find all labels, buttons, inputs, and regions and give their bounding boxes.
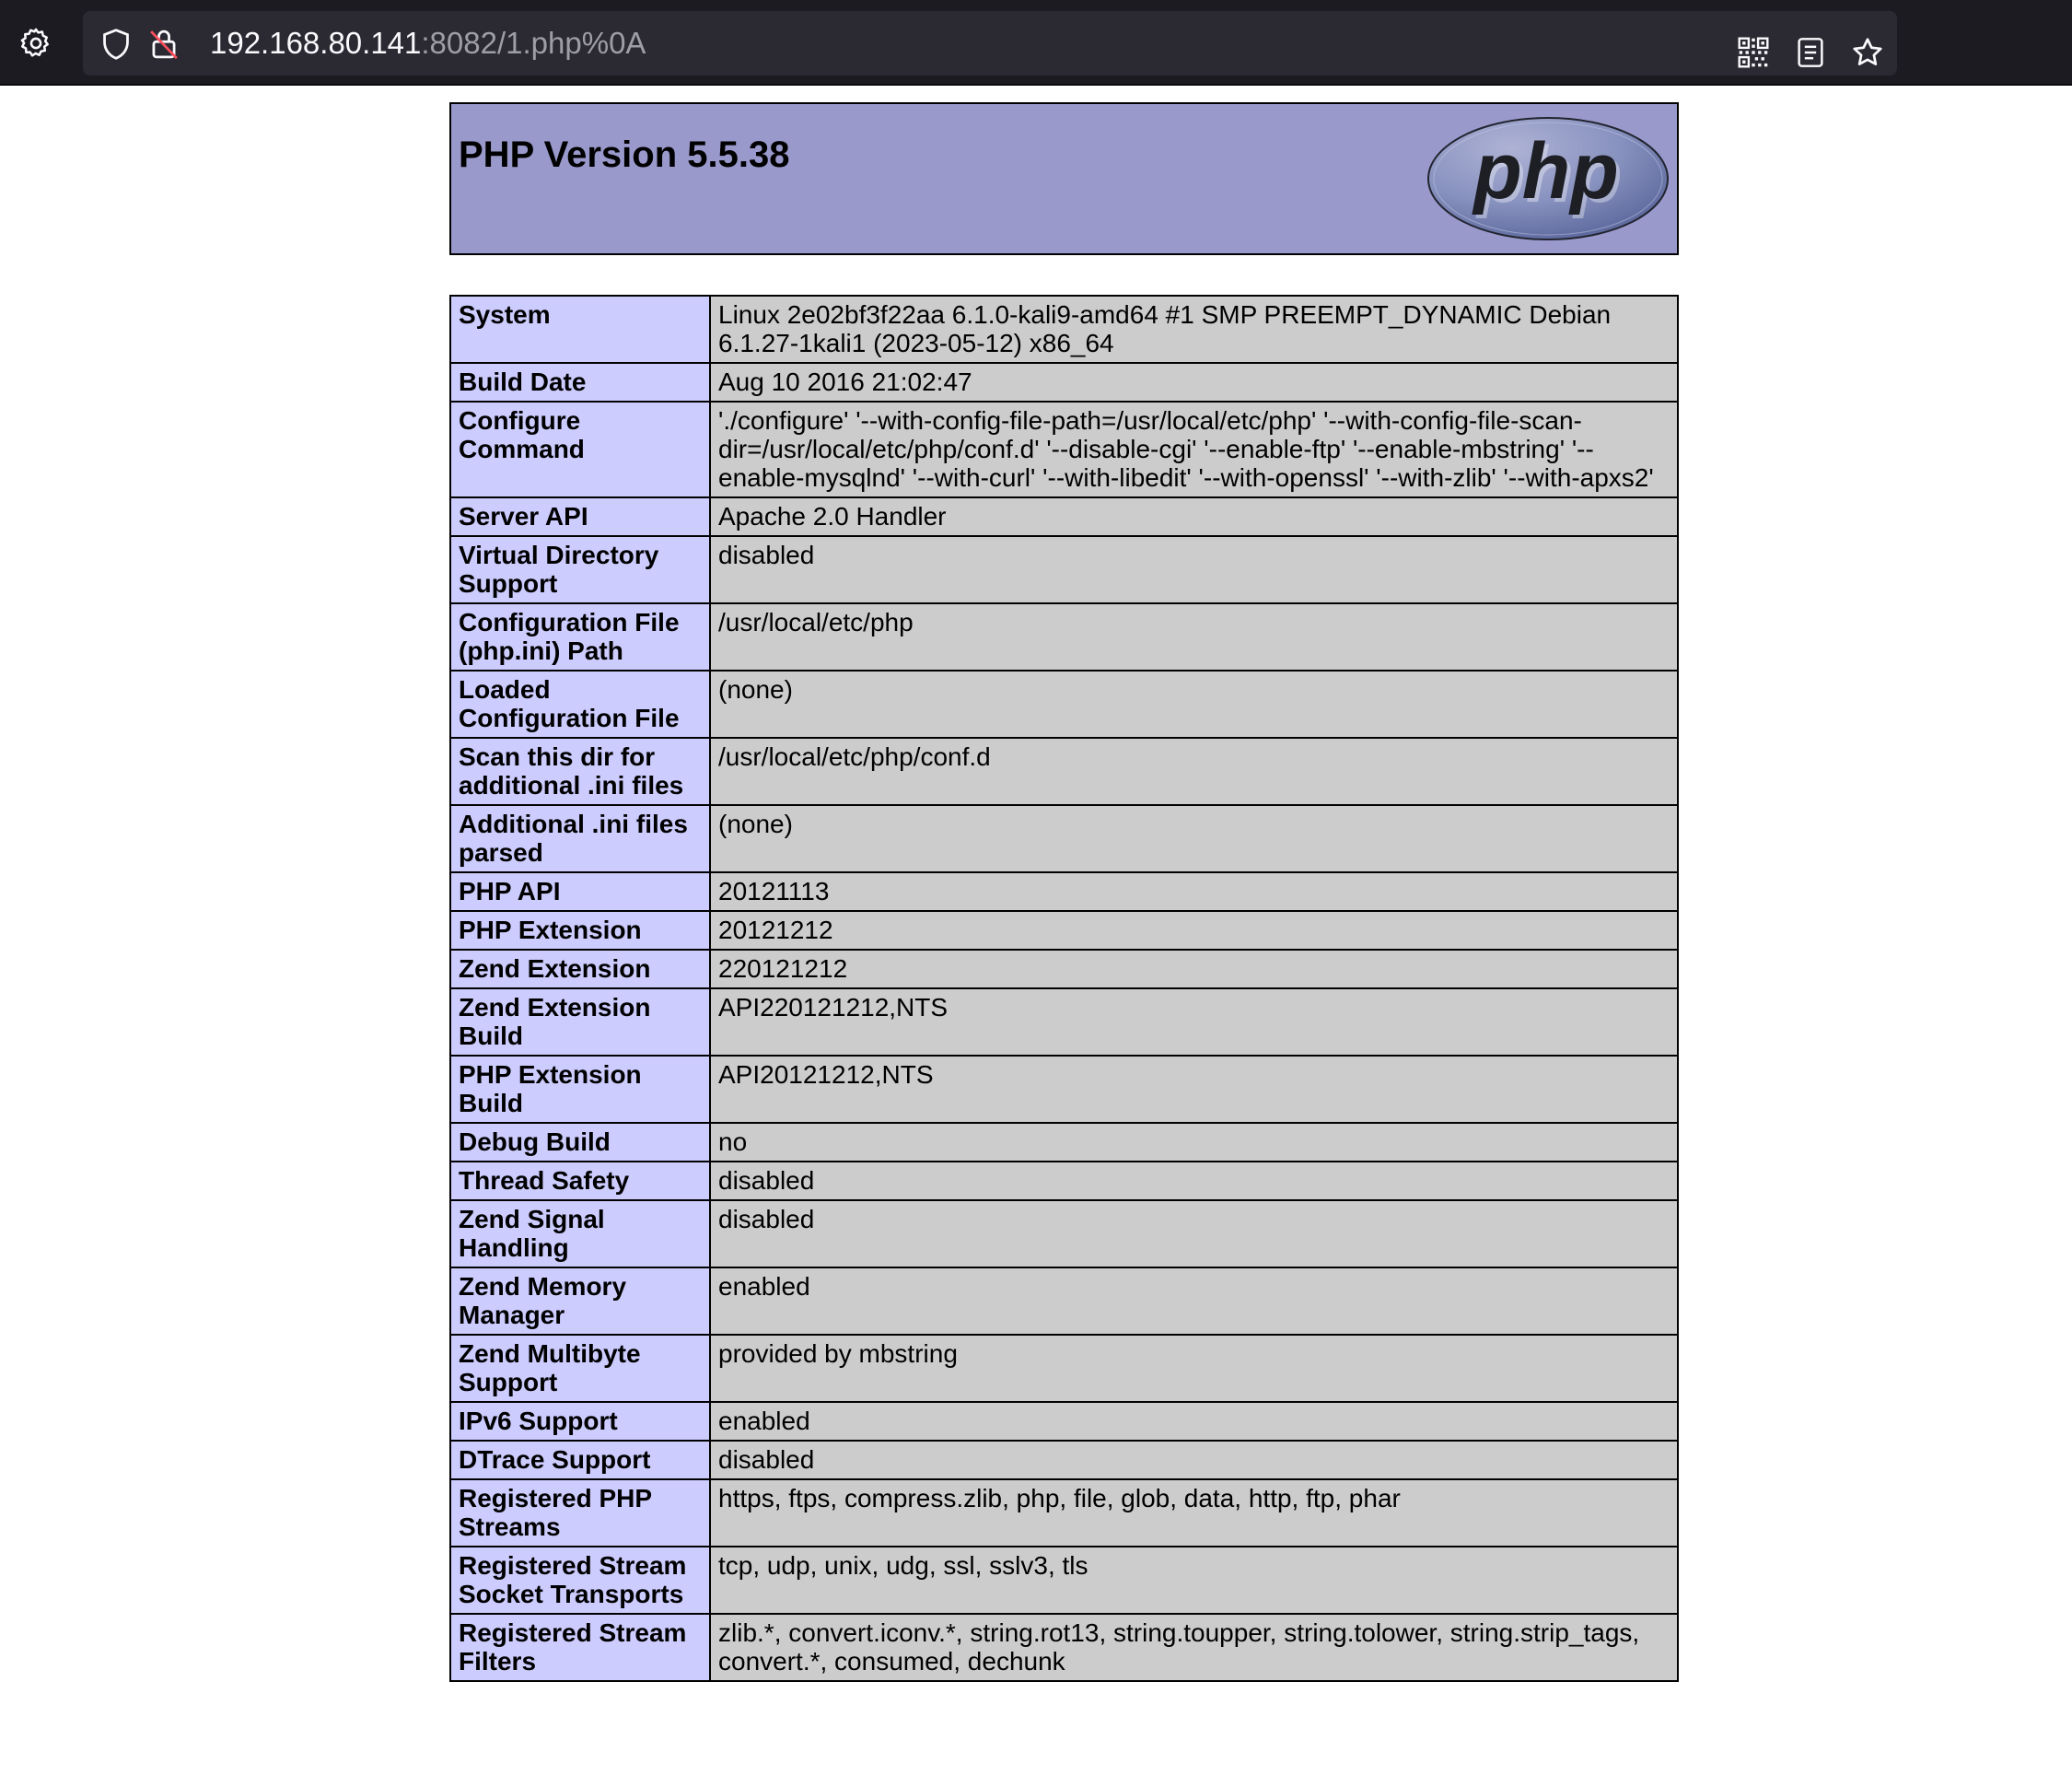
info-label: Zend Extension xyxy=(449,949,711,989)
table-row: PHP API 20121113 xyxy=(449,871,1679,912)
table-row: Server API Apache 2.0 Handler xyxy=(449,496,1679,537)
table-row: DTrace Support disabled xyxy=(449,1440,1679,1480)
info-label: Debug Build xyxy=(449,1122,711,1162)
info-value: 20121212 xyxy=(709,910,1679,951)
table-row: PHP Extension Build API20121212,NTS xyxy=(449,1055,1679,1124)
table-row: Registered Stream Filters zlib.*, convert… xyxy=(449,1613,1679,1682)
info-label: Virtual Directory Support xyxy=(449,535,711,604)
table-row: Registered PHP Streams https, ftps, compr… xyxy=(449,1478,1679,1547)
browser-toolbar: 192.168.80.141:8082/1.php%0A xyxy=(0,0,2072,86)
table-row: Configuration File (php.ini) Path/usr/lo… xyxy=(449,602,1679,671)
info-label: Zend Memory Manager xyxy=(449,1267,711,1336)
phpinfo-content: PHP Version 5.5.38 php php System Linux 2… xyxy=(449,102,1679,1682)
info-label: DTrace Support xyxy=(449,1440,711,1480)
info-label: Server API xyxy=(449,496,711,537)
info-value: (none) xyxy=(709,804,1679,873)
info-label: Thread Safety xyxy=(449,1161,711,1201)
info-value: Linux 2e02bf3f22aa 6.1.0-kali9-amd64 #1 … xyxy=(709,295,1679,364)
page-title: PHP Version 5.5.38 xyxy=(459,134,790,175)
table-row: Zend Extension Build API220121212,NTS xyxy=(449,987,1679,1057)
info-value: disabled xyxy=(709,1199,1679,1268)
info-label: PHP API xyxy=(449,871,711,912)
info-value: enabled xyxy=(709,1401,1679,1442)
info-value: /usr/local/etc/php xyxy=(709,602,1679,671)
table-row: Zend Signal Handling disabled xyxy=(449,1199,1679,1268)
info-label: Registered Stream Filters xyxy=(449,1613,711,1682)
info-value: https, ftps, compress.zlib, php, file, g… xyxy=(709,1478,1679,1547)
info-value: (none) xyxy=(709,670,1679,739)
info-value: enabled xyxy=(709,1267,1679,1336)
insecure-lock-icon[interactable] xyxy=(147,28,180,61)
info-label: Additional .ini files parsed xyxy=(449,804,711,873)
url-text[interactable]: 192.168.80.141:8082/1.php%0A xyxy=(210,11,646,76)
table-row: Zend Multibyte Support provided by mbstri… xyxy=(449,1334,1679,1403)
info-value: disabled xyxy=(709,535,1679,604)
info-value: API220121212,NTS xyxy=(709,987,1679,1057)
table-row: Debug Build no xyxy=(449,1122,1679,1162)
table-row: PHP Extension 20121212 xyxy=(449,910,1679,951)
info-value: './configure' '--with-config-file-path=/… xyxy=(709,401,1679,498)
php-logo[interactable]: php php xyxy=(1426,115,1670,247)
info-table: System Linux 2e02bf3f22aa 6.1.0-kali9-amd… xyxy=(449,295,1679,1682)
php-version-header: PHP Version 5.5.38 php php xyxy=(449,102,1679,255)
table-row: Scan this dir for additional .ini files /… xyxy=(449,737,1679,806)
info-label: Zend Multibyte Support xyxy=(449,1334,711,1403)
info-label: PHP Extension Build xyxy=(449,1055,711,1124)
url-host: 192.168.80.141 xyxy=(210,26,422,60)
info-value: 220121212 xyxy=(709,949,1679,989)
table-row: Registered Stream Socket Transports tcp, … xyxy=(449,1546,1679,1615)
info-label: Zend Extension Build xyxy=(449,987,711,1057)
info-value: disabled xyxy=(709,1440,1679,1480)
info-value: /usr/local/etc/php/conf.d xyxy=(709,737,1679,806)
info-value: zlib.*, convert.iconv.*, string.rot13, s… xyxy=(709,1613,1679,1682)
table-row: Thread Safety disabled xyxy=(449,1161,1679,1201)
info-value: API20121212,NTS xyxy=(709,1055,1679,1124)
table-row: IPv6 Support enabled xyxy=(449,1401,1679,1442)
star-icon[interactable] xyxy=(1847,31,1888,74)
info-label: IPv6 Support xyxy=(449,1401,711,1442)
qr-code-icon[interactable] xyxy=(1733,31,1774,74)
url-path: :8082/1.php%0A xyxy=(421,26,646,60)
table-row: Virtual Directory Support disabled xyxy=(449,535,1679,604)
info-label: Configuration File (php.ini) Path xyxy=(449,602,711,671)
table-row: Loaded Configuration File (none) xyxy=(449,670,1679,739)
shield-icon[interactable] xyxy=(99,28,133,61)
toolbar-divider xyxy=(0,84,2072,86)
info-value: no xyxy=(709,1122,1679,1162)
info-label: Zend Signal Handling xyxy=(449,1199,711,1268)
gear-icon[interactable] xyxy=(13,20,59,66)
table-row: Zend Memory Manager enabled xyxy=(449,1267,1679,1336)
url-bar[interactable]: 192.168.80.141:8082/1.php%0A xyxy=(83,11,1897,76)
info-label: Build Date xyxy=(449,362,711,403)
info-label: Registered PHP Streams xyxy=(449,1478,711,1547)
info-label: Loaded Configuration File xyxy=(449,670,711,739)
table-row: System Linux 2e02bf3f22aa 6.1.0-kali9-amd… xyxy=(449,295,1679,364)
info-label: Registered Stream Socket Transports xyxy=(449,1546,711,1615)
php-logo-text: php xyxy=(1472,127,1619,216)
table-row: Build Date Aug 10 2016 21:02:47 xyxy=(449,362,1679,403)
info-value: Apache 2.0 Handler xyxy=(709,496,1679,537)
table-row: Zend Extension 220121212 xyxy=(449,949,1679,989)
info-label: Configure Command xyxy=(449,401,711,498)
info-label: System xyxy=(449,295,711,364)
info-value: disabled xyxy=(709,1161,1679,1201)
info-value: Aug 10 2016 21:02:47 xyxy=(709,362,1679,403)
info-value: 20121113 xyxy=(709,871,1679,912)
info-label: PHP Extension xyxy=(449,910,711,951)
table-row: Configure Command './configure' '--with-c… xyxy=(449,401,1679,498)
table-row: Additional .ini files parsed (none) xyxy=(449,804,1679,873)
reader-view-icon[interactable] xyxy=(1790,31,1831,74)
info-value: tcp, udp, unix, udg, ssl, sslv3, tls xyxy=(709,1546,1679,1615)
info-label: Scan this dir for additional .ini files xyxy=(449,737,711,806)
info-value: provided by mbstring xyxy=(709,1334,1679,1403)
